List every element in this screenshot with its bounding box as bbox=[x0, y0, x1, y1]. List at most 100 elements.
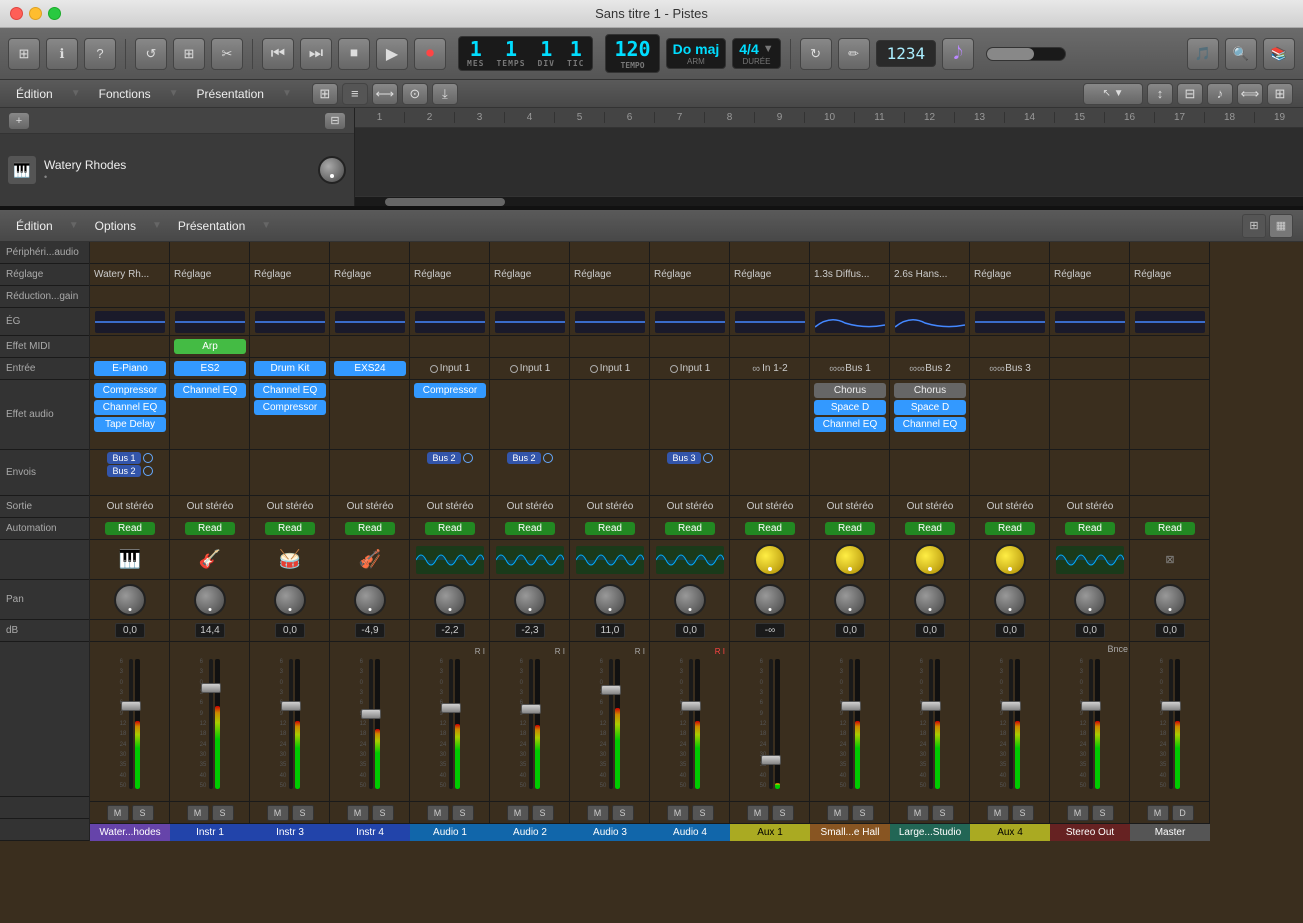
fader-handle[interactable] bbox=[281, 701, 301, 711]
fader-handle[interactable] bbox=[681, 701, 701, 711]
record-button[interactable]: ⏺ bbox=[414, 38, 446, 70]
auto-zoom-icon[interactable]: ⊟ bbox=[1177, 83, 1203, 105]
fader-handle[interactable] bbox=[841, 701, 861, 711]
new-icon[interactable]: ⊞ bbox=[8, 38, 40, 70]
channel-label[interactable]: Stereo Out bbox=[1050, 824, 1130, 841]
fast-forward-button[interactable]: ⏭ bbox=[300, 38, 332, 70]
channel-label[interactable]: Audio 3 bbox=[570, 824, 650, 841]
scissors-icon[interactable]: ✂ bbox=[211, 38, 243, 70]
read-button[interactable]: Read bbox=[105, 522, 155, 535]
effet-button[interactable]: Channel EQ bbox=[814, 417, 886, 432]
effet-button[interactable]: Chorus bbox=[894, 383, 966, 398]
read-button[interactable]: Read bbox=[905, 522, 955, 535]
solo-button[interactable]: S bbox=[1012, 805, 1034, 821]
mute-button[interactable]: M bbox=[587, 805, 609, 821]
effet-button[interactable]: Tape Delay bbox=[94, 417, 166, 432]
midi-icon[interactable]: ⊙ bbox=[402, 83, 428, 105]
channels-scroll[interactable]: Watery Rh... E-Piano Compressor Channel EQ T… bbox=[90, 242, 1303, 841]
mute-button[interactable]: M bbox=[507, 805, 529, 821]
pan-knob[interactable] bbox=[274, 584, 306, 616]
read-button[interactable]: Read bbox=[425, 522, 475, 535]
snap-icon[interactable]: ⤓ bbox=[432, 83, 458, 105]
mixer-icon[interactable]: ⊞ bbox=[173, 38, 205, 70]
db-value[interactable]: -2,3 bbox=[515, 623, 545, 638]
reglage-cell[interactable]: 1.3s Diffus... bbox=[810, 264, 890, 286]
solo-button[interactable]: S bbox=[852, 805, 874, 821]
pan-knob[interactable] bbox=[114, 584, 146, 616]
reglage-cell[interactable]: Réglage bbox=[730, 264, 810, 286]
reglage-cell[interactable]: Watery Rh... bbox=[90, 264, 170, 286]
db-value[interactable]: -2,2 bbox=[435, 623, 465, 638]
mute-button[interactable]: M bbox=[187, 805, 209, 821]
read-button[interactable]: Read bbox=[185, 522, 235, 535]
mixer-presentation-menu[interactable]: Présentation bbox=[172, 217, 251, 235]
entree-plugin[interactable]: EXS24 bbox=[334, 361, 406, 376]
entree-plugin[interactable]: Drum Kit bbox=[254, 361, 326, 376]
pan-knob[interactable] bbox=[434, 584, 466, 616]
read-button[interactable]: Read bbox=[1145, 522, 1195, 535]
read-button[interactable]: Read bbox=[745, 522, 795, 535]
reglage-cell[interactable]: Réglage bbox=[410, 264, 490, 286]
read-button[interactable]: Read bbox=[265, 522, 315, 535]
mute-button[interactable]: M bbox=[987, 805, 1009, 821]
yellow-knob[interactable] bbox=[914, 544, 946, 576]
db-value[interactable]: 0,0 bbox=[995, 623, 1025, 638]
reglage-cell[interactable]: Réglage bbox=[1050, 264, 1130, 286]
pan-knob[interactable] bbox=[1074, 584, 1106, 616]
stop-button[interactable]: ⏹ bbox=[338, 38, 370, 70]
db-value[interactable]: -4,9 bbox=[355, 623, 385, 638]
track-presentation-menu[interactable]: Présentation bbox=[191, 85, 270, 103]
arp-button[interactable]: Arp bbox=[174, 339, 246, 354]
read-button[interactable]: Read bbox=[985, 522, 1035, 535]
rewind-button[interactable]: ⏮ bbox=[262, 38, 294, 70]
read-button[interactable]: Read bbox=[665, 522, 715, 535]
mute-button[interactable]: M bbox=[427, 805, 449, 821]
reglage-cell[interactable]: Réglage bbox=[650, 264, 730, 286]
pan-knob[interactable] bbox=[514, 584, 546, 616]
pan-knob[interactable] bbox=[914, 584, 946, 616]
solo-button[interactable]: S bbox=[452, 805, 474, 821]
flex-icon[interactable]: ⟷ bbox=[372, 83, 398, 105]
fader-handle[interactable] bbox=[761, 755, 781, 765]
send-button[interactable]: Bus 2 bbox=[107, 465, 140, 477]
solo-button[interactable]: S bbox=[932, 805, 954, 821]
metronome-icon[interactable]: 𝅘𝅥𝅮 bbox=[942, 38, 974, 70]
db-value[interactable]: 0,0 bbox=[275, 623, 305, 638]
db-value[interactable]: 0,0 bbox=[115, 623, 145, 638]
channel-label[interactable]: Audio 4 bbox=[650, 824, 730, 841]
solo-button[interactable]: S bbox=[132, 805, 154, 821]
db-value[interactable]: 0,0 bbox=[915, 623, 945, 638]
db-value[interactable]: -∞ bbox=[755, 623, 785, 638]
pan-icon[interactable]: ⟺ bbox=[1237, 83, 1263, 105]
effet-button[interactable]: Compressor bbox=[94, 383, 166, 398]
add-track-button[interactable]: + bbox=[8, 112, 30, 130]
pan-knob[interactable] bbox=[754, 584, 786, 616]
fader-handle[interactable] bbox=[521, 704, 541, 714]
track-edition-menu[interactable]: Édition bbox=[10, 85, 59, 103]
stretch-icon[interactable]: ↕ bbox=[1147, 83, 1173, 105]
undo-icon[interactable]: ↺ bbox=[135, 38, 167, 70]
effet-button[interactable]: Channel EQ bbox=[254, 383, 326, 398]
read-button[interactable]: Read bbox=[345, 522, 395, 535]
close-button[interactable] bbox=[10, 7, 23, 20]
reglage-cell[interactable]: Réglage bbox=[170, 264, 250, 286]
library-icon[interactable]: 📚 bbox=[1263, 38, 1295, 70]
channel-label[interactable]: Aux 1 bbox=[730, 824, 810, 841]
channel-label[interactable]: Master bbox=[1130, 824, 1210, 841]
info-icon[interactable]: ℹ bbox=[46, 38, 78, 70]
effet-button[interactable]: Channel EQ bbox=[894, 417, 966, 432]
reglage-cell[interactable]: Réglage bbox=[250, 264, 330, 286]
track-fonctions-menu[interactable]: Fonctions bbox=[93, 85, 157, 103]
note-icon[interactable]: 🎵 bbox=[1187, 38, 1219, 70]
read-button[interactable]: Read bbox=[585, 522, 635, 535]
mute-button[interactable]: M bbox=[667, 805, 689, 821]
fader-handle[interactable] bbox=[361, 709, 381, 719]
mixer-options-menu[interactable]: Options bbox=[89, 217, 142, 235]
track-volume-knob[interactable] bbox=[318, 156, 346, 184]
entree-plugin[interactable]: E-Piano bbox=[94, 361, 166, 376]
mute-button[interactable]: M bbox=[267, 805, 289, 821]
channel-label[interactable]: Instr 3 bbox=[250, 824, 330, 841]
fader-handle[interactable] bbox=[1081, 701, 1101, 711]
cursor-tool[interactable]: ↖ ▼ bbox=[1083, 83, 1143, 105]
effet-button[interactable]: Channel EQ bbox=[94, 400, 166, 415]
